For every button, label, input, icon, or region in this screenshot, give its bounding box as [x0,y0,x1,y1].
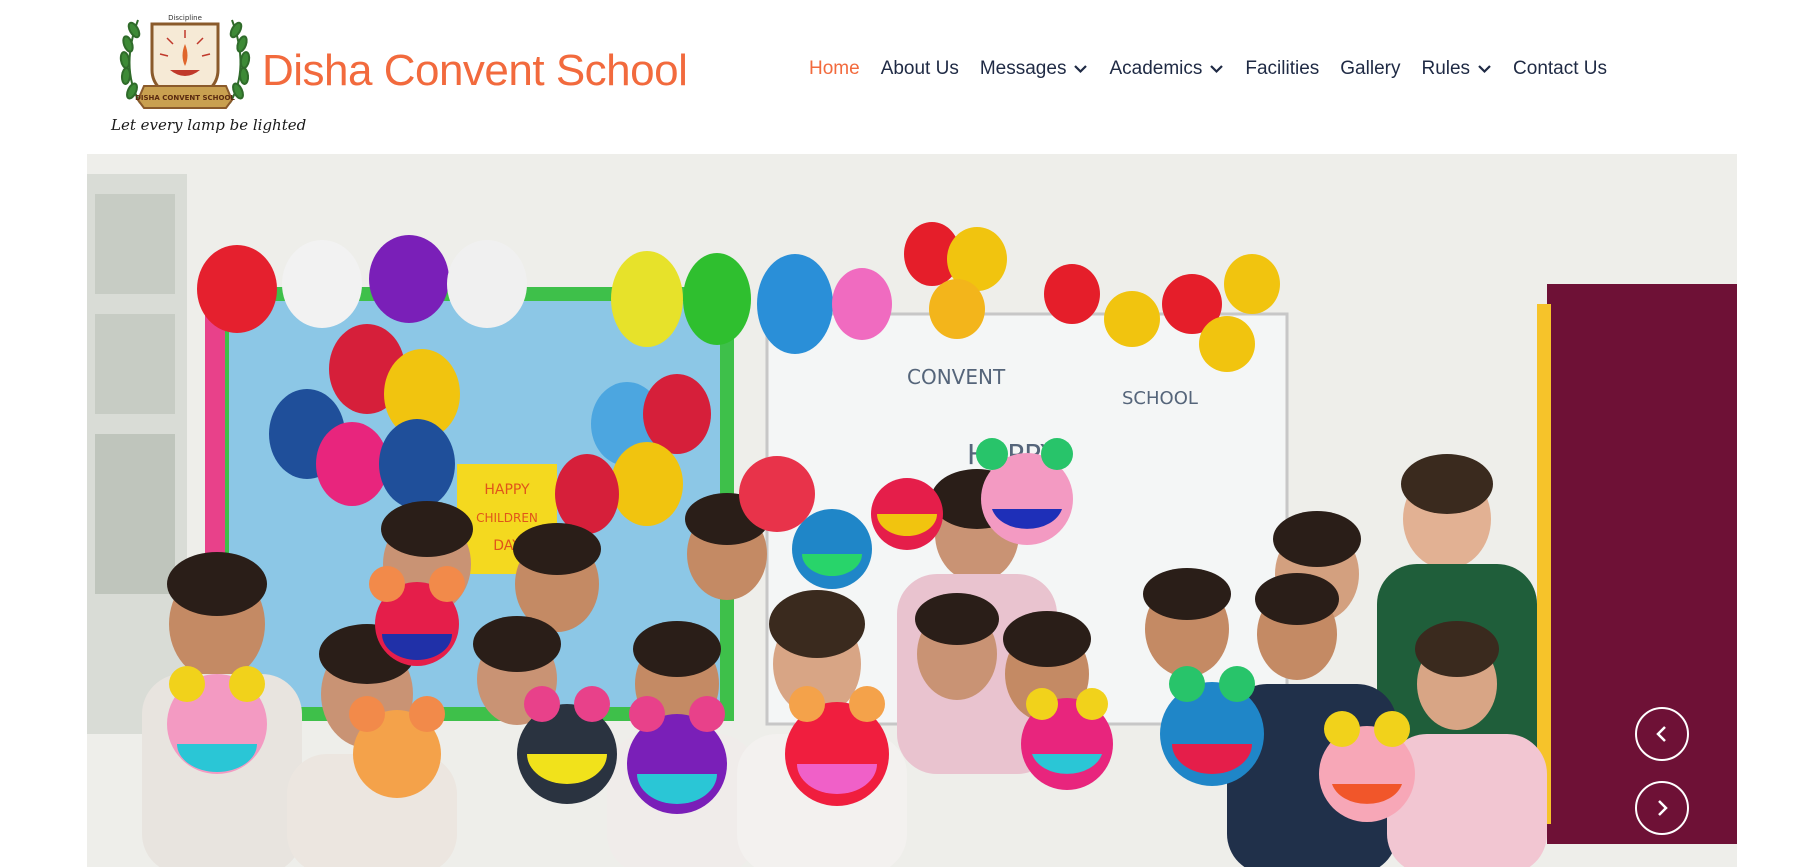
nav-item-rules[interactable]: Rules [1421,58,1492,80]
chevron-right-icon [1658,800,1668,816]
school-tagline: Let every lamp be lighted [111,116,307,134]
chevron-down-icon [1478,65,1491,74]
hero-slider[interactable]: CONVENT SCHOOL HAPPY HAPPY CHILDREN DAY [87,154,1737,867]
nav-item-label: Rules [1421,58,1471,79]
main-navigation: Home About Us Messages Academics Facilit… [809,58,1607,80]
nav-item-label: Gallery [1340,58,1401,79]
nav-item-gallery[interactable]: Gallery [1340,58,1400,80]
slider-next-button[interactable] [1635,781,1689,835]
nav-item-label: Academics [1109,58,1203,79]
chevron-down-icon [1210,65,1224,74]
nav-item-label: Home [809,58,860,79]
chevron-down-icon [1074,65,1088,74]
nav-item-label: About Us [880,58,959,79]
board-text: HAPPY [484,482,530,498]
slider-prev-button[interactable] [1635,707,1689,761]
children-day-classroom-photo: CONVENT SCHOOL HAPPY HAPPY CHILDREN DAY [87,154,1737,867]
nav-item-label: Contact Us [1513,58,1608,79]
nav-item-label: Facilities [1245,58,1320,79]
logo-ring-text: DISHA CONVENT SCHOOL [135,94,235,102]
site-header: DISHA CONVENT SCHOOL Discipline Let ever… [0,0,1819,154]
nav-item-academics[interactable]: Academics [1109,58,1224,80]
nav-item-home[interactable]: Home [809,58,860,80]
chevron-left-icon [1656,726,1666,742]
nav-item-contact-us[interactable]: Contact Us [1513,58,1607,80]
logo-top-text: Discipline [168,14,202,22]
board-text: CHILDREN [476,511,538,525]
nav-item-about-us[interactable]: About Us [881,58,959,80]
nav-item-messages[interactable]: Messages [980,58,1089,80]
site-title[interactable]: Disha Convent School [262,46,688,96]
nav-item-facilities[interactable]: Facilities [1245,58,1319,80]
nav-item-label: Messages [979,58,1067,79]
board-text: SCHOOL [1122,388,1198,409]
board-text: CONVENT [907,365,1006,389]
